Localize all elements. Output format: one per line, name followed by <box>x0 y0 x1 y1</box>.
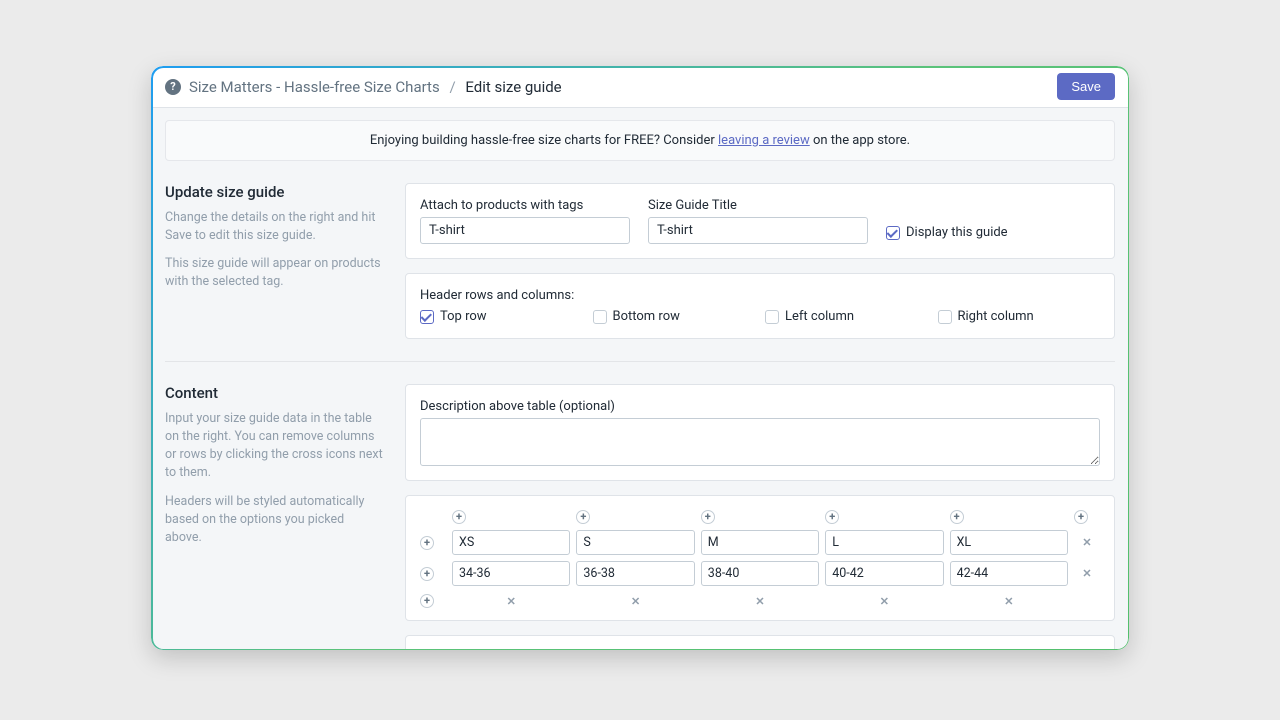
checkbox-box-icon <box>765 310 779 324</box>
section-desc-update-1: Change the details on the right and hit … <box>165 209 383 245</box>
section-update-size-guide: Update size guide Change the details on … <box>165 161 1115 362</box>
add-column-button[interactable] <box>452 510 466 524</box>
checkbox-label: Left column <box>785 309 854 324</box>
section-desc-content-1: Input your size guide data in the table … <box>165 410 383 483</box>
delete-row-button[interactable] <box>1074 565 1100 583</box>
save-button[interactable]: Save <box>1057 73 1115 100</box>
app-header: ? Size Matters - Hassle-free Size Charts… <box>151 66 1129 108</box>
leave-review-link[interactable]: leaving a review <box>718 133 810 148</box>
checkbox-label: Top row <box>440 309 487 324</box>
breadcrumb-separator: / <box>449 78 455 96</box>
header-rows-label: Header rows and columns: <box>420 288 1100 303</box>
delete-column-button[interactable] <box>452 592 570 610</box>
table-cell[interactable] <box>576 530 694 555</box>
checkbox-label: Right column <box>958 309 1034 324</box>
checkbox-label: Bottom row <box>613 309 680 324</box>
checkbox-box-icon <box>420 310 434 324</box>
section-title-content: Content <box>165 384 383 402</box>
display-guide-checkbox[interactable]: Display this guide <box>886 225 1008 240</box>
delete-column-button[interactable] <box>701 592 819 610</box>
delete-row-button[interactable] <box>1074 534 1100 552</box>
checkbox-box-icon <box>938 310 952 324</box>
breadcrumb-current: Edit size guide <box>465 78 561 96</box>
checkbox-box-icon <box>593 310 607 324</box>
add-column-button[interactable] <box>701 510 715 524</box>
breadcrumb-root[interactable]: Size Matters - Hassle-free Size Charts <box>189 78 440 96</box>
section-title-update: Update size guide <box>165 183 383 201</box>
section-content: Content Input your size guide data in th… <box>165 362 1115 650</box>
checkbox-top-row[interactable]: Top row <box>420 309 583 324</box>
add-row-button[interactable] <box>420 594 434 608</box>
add-row-button[interactable] <box>420 567 434 581</box>
checkbox-right-column[interactable]: Right column <box>938 309 1101 324</box>
delete-column-button[interactable] <box>825 592 943 610</box>
app-window: ? Size Matters - Hassle-free Size Charts… <box>151 66 1129 650</box>
table-cell[interactable] <box>825 561 943 586</box>
table-cell[interactable] <box>701 530 819 555</box>
checkbox-box-icon <box>886 226 900 240</box>
delete-column-button[interactable] <box>576 592 694 610</box>
card-header-options: Header rows and columns: Top row Bottom … <box>405 273 1115 339</box>
table-cell[interactable] <box>825 530 943 555</box>
display-guide-label: Display this guide <box>906 225 1008 240</box>
table-cell[interactable] <box>452 561 570 586</box>
help-icon[interactable]: ? <box>165 79 181 95</box>
section-desc-content-2: Headers will be styled automatically bas… <box>165 493 383 547</box>
table-cell[interactable] <box>576 561 694 586</box>
breadcrumb: Size Matters - Hassle-free Size Charts /… <box>189 78 562 96</box>
add-column-button[interactable] <box>576 510 590 524</box>
table-cell[interactable] <box>452 530 570 555</box>
section-desc-update-2: This size guide will appear on products … <box>165 255 383 291</box>
card-size-table <box>405 495 1115 621</box>
add-column-button[interactable] <box>825 510 839 524</box>
add-column-button[interactable] <box>950 510 964 524</box>
add-column-button[interactable] <box>1074 510 1088 524</box>
checkbox-bottom-row[interactable]: Bottom row <box>593 309 756 324</box>
title-label: Size Guide Title <box>648 198 868 213</box>
add-row-button[interactable] <box>420 536 434 550</box>
title-input[interactable] <box>648 217 868 244</box>
card-desc-below: Description below table (optional) <box>405 635 1115 650</box>
tags-input[interactable] <box>420 217 630 244</box>
tags-label: Attach to products with tags <box>420 198 630 213</box>
desc-above-label: Description above table (optional) <box>420 399 1100 414</box>
banner-text-before: Enjoying building hassle-free size chart… <box>370 133 718 148</box>
card-desc-above: Description above table (optional) <box>405 384 1115 481</box>
table-cell[interactable] <box>950 530 1068 555</box>
delete-column-button[interactable] <box>950 592 1068 610</box>
review-banner: Enjoying building hassle-free size chart… <box>165 120 1115 161</box>
banner-text-after: on the app store. <box>810 133 910 148</box>
desc-above-textarea[interactable] <box>420 418 1100 466</box>
table-cell[interactable] <box>950 561 1068 586</box>
card-basic-fields: Attach to products with tags Size Guide … <box>405 183 1115 259</box>
table-cell[interactable] <box>701 561 819 586</box>
checkbox-left-column[interactable]: Left column <box>765 309 928 324</box>
